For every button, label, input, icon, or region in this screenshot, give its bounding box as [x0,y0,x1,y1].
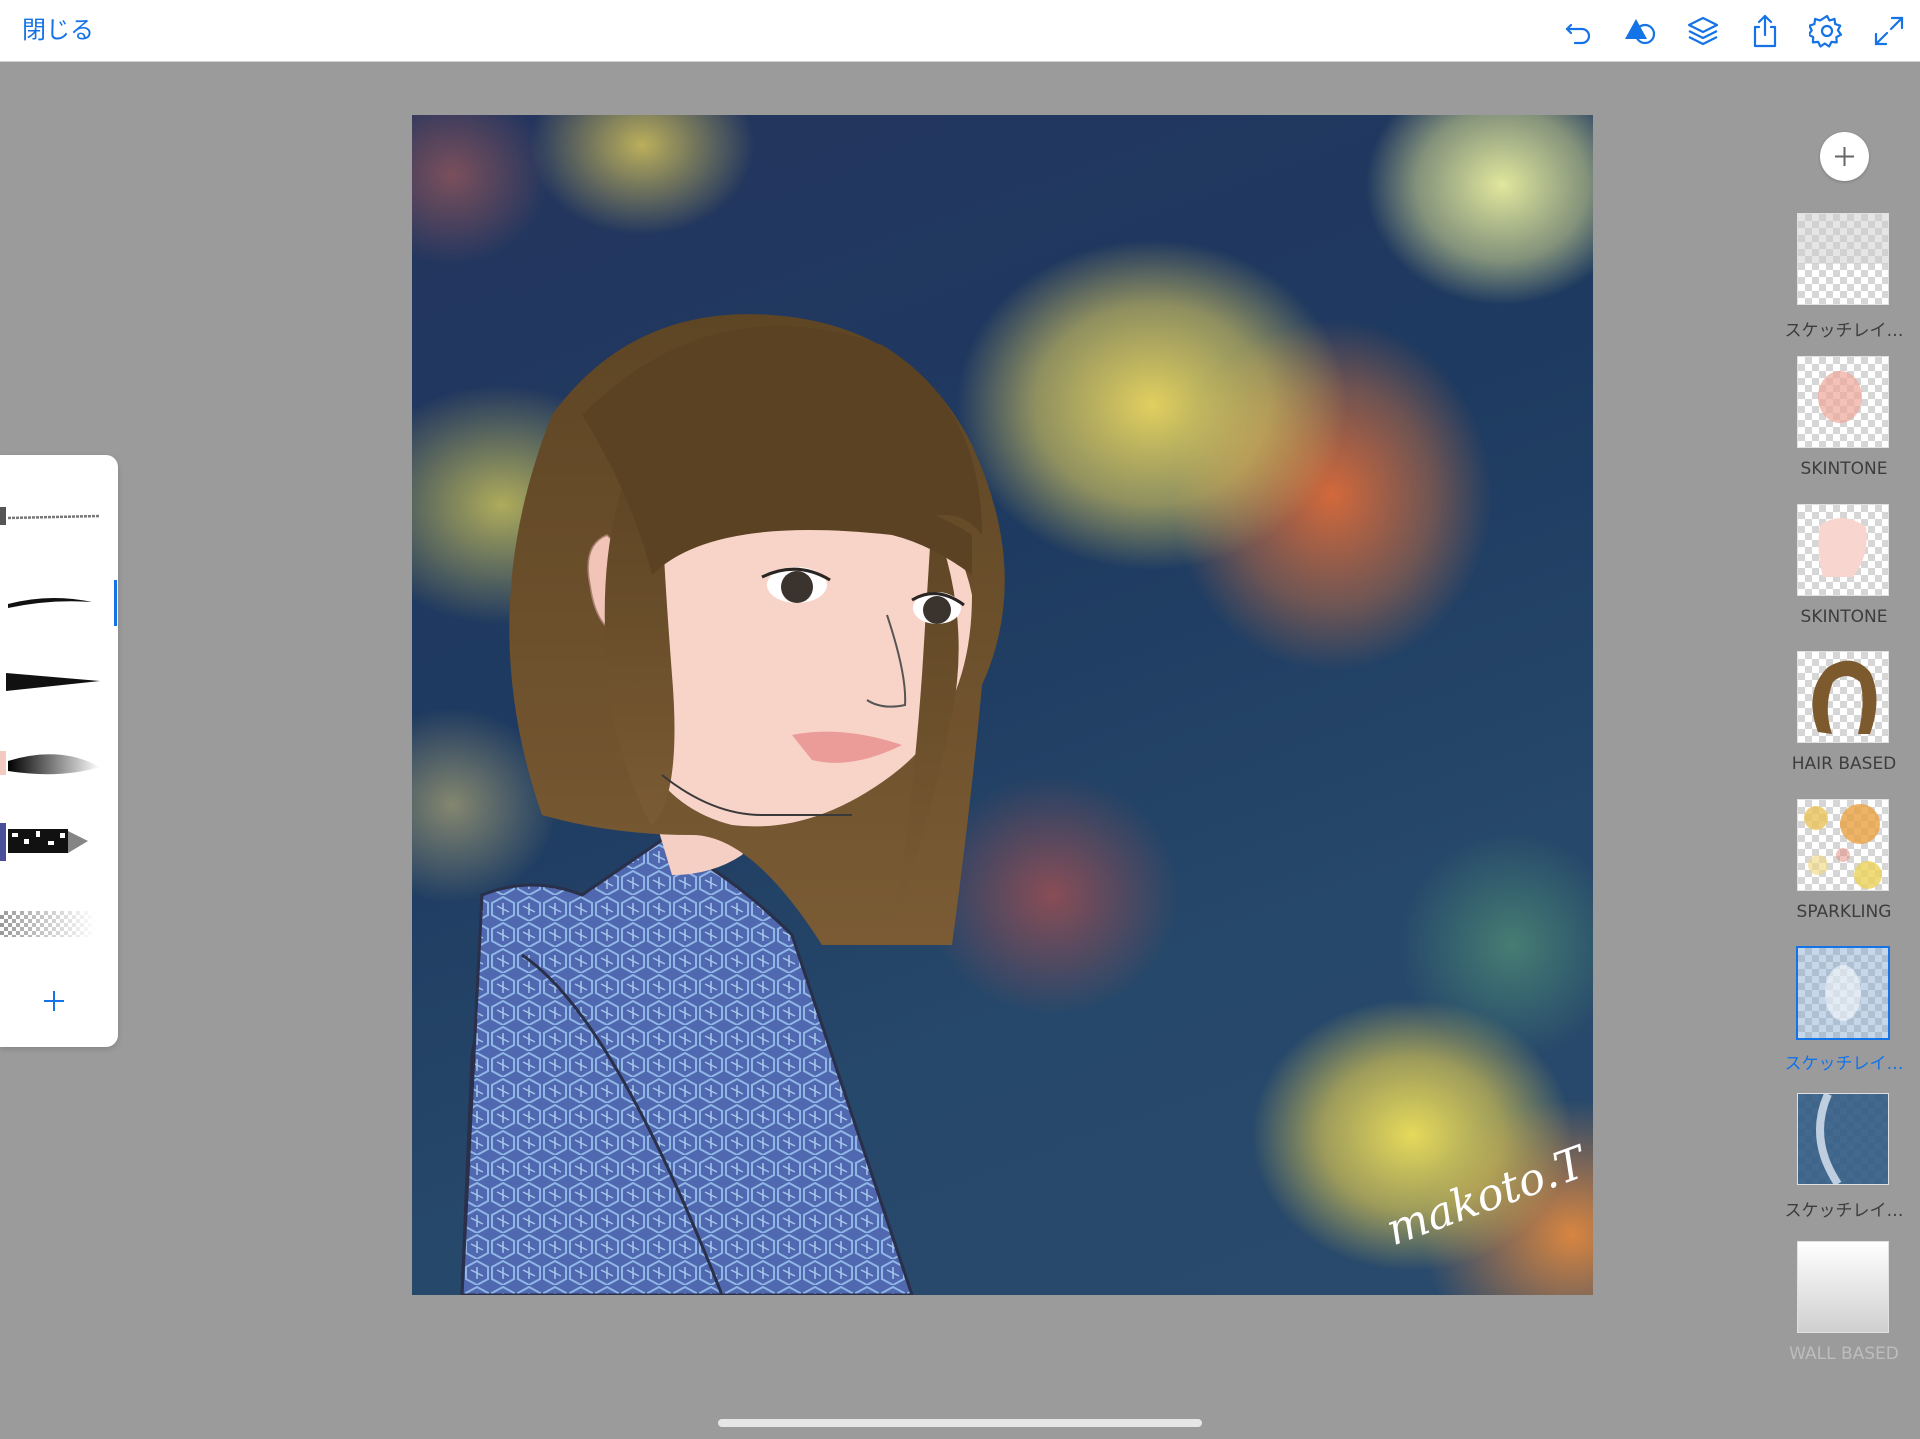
layer-item[interactable]: SKINTONE [1770,504,1920,634]
top-toolbar: 閉じる [0,0,1920,62]
soft-brush[interactable] [0,731,104,791]
layer-thumbnail [1797,213,1889,305]
ink-brush[interactable] [0,571,104,631]
layer-name: スケッチレイ… [1784,321,1904,341]
add-brush-button[interactable] [38,985,70,1017]
layer-name: WALL BASED [1789,1344,1899,1364]
layer-item[interactable]: SPARKLING [1770,799,1920,929]
layer-name: スケッチレイ… [1784,1054,1904,1074]
eraser-brush[interactable] [0,891,104,951]
layer-name: SKINTONE [1800,459,1888,479]
share-icon[interactable] [1747,13,1783,49]
marker-brush[interactable] [0,651,104,711]
drawing-canvas[interactable]: makoto.T [412,115,1593,1295]
artwork-illustration [460,314,1005,1295]
layer-thumbnail [1796,946,1890,1040]
settings-icon[interactable] [1807,13,1845,49]
layers-icon[interactable] [1685,13,1721,49]
brush-panel [0,455,118,1047]
add-layer-button[interactable] [1820,132,1869,181]
layer-thumbnail [1797,356,1889,448]
shapes-icon[interactable] [1623,13,1659,49]
pen-brush[interactable] [0,485,104,545]
layer-item[interactable]: WALL BASED [1770,1241,1920,1371]
layer-name: SKINTONE [1800,607,1888,627]
layer-thumbnail [1797,799,1889,891]
layer-thumbnail [1797,651,1889,743]
undo-icon[interactable] [1561,13,1597,49]
layer-item[interactable]: HAIR BASED [1770,651,1920,781]
selected-brush-indicator [114,580,117,626]
close-button[interactable]: 閉じる [22,14,94,46]
layer-thumbnail [1797,1241,1889,1333]
layer-name: SPARKLING [1796,902,1892,922]
layer-thumbnail [1797,1093,1889,1185]
layer-thumbnail [1797,504,1889,596]
texture-brush[interactable] [0,811,104,871]
home-indicator[interactable] [718,1419,1202,1427]
layer-item[interactable]: SKINTONE [1770,356,1920,486]
layer-name: HAIR BASED [1791,754,1897,774]
layer-item[interactable]: スケッチレイ… [1770,1093,1920,1223]
fullscreen-icon[interactable] [1871,13,1907,49]
layer-item[interactable]: スケッチレイ… [1770,213,1920,343]
layer-name: スケッチレイ… [1784,1201,1904,1221]
layer-item-selected[interactable]: スケッチレイ… [1770,946,1920,1076]
